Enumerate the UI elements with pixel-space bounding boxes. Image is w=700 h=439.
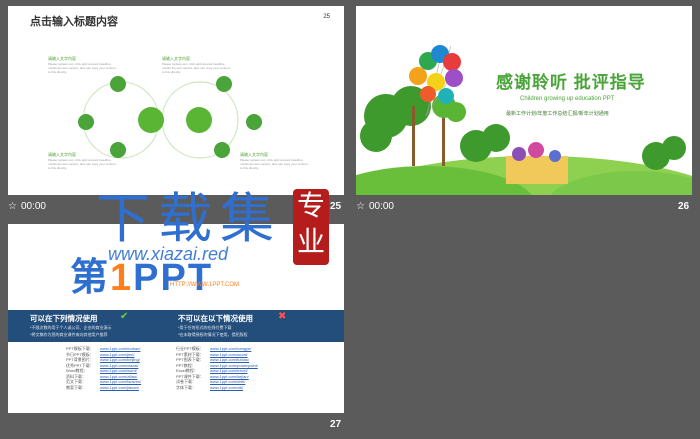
check-icon: ✔	[120, 311, 129, 322]
link[interactable]: www.1ppt.com/tubiao/	[210, 357, 249, 362]
slide-thumbnail-25[interactable]: 点击输入标题内容 25 请输入文字内容 Please replace text,…	[8, 6, 344, 195]
slide-subtitle: Children growing up education PPT	[520, 96, 615, 102]
link[interactable]: www.1ppt.com/shiti/	[210, 379, 245, 384]
link[interactable]: www.1ppt.com/moban/	[100, 346, 140, 351]
link[interactable]: www.1ppt.com/ziti/	[210, 385, 243, 390]
center-circle	[138, 107, 164, 133]
link[interactable]: www.1ppt.com/xiazai/	[100, 363, 138, 368]
star-icon: ☆	[356, 201, 365, 212]
link[interactable]: www.1ppt.com/jiaoan/	[100, 385, 139, 390]
link[interactable]: www.1ppt.com/sucai/	[210, 352, 248, 357]
link[interactable]: www.1ppt.com/jieri/	[100, 352, 134, 357]
link[interactable]: www.1ppt.com/hangye/	[210, 346, 251, 351]
slide-number-label: 27	[330, 419, 342, 430]
text-block: 请输入文字内容 Please replace text, click add r…	[48, 56, 116, 74]
link[interactable]: www.1ppt.com/ziliao/	[100, 374, 137, 379]
usage-banner: 可以在下列情况使用 *不限次数的用于个人或公司、企业的商业演示 *将文稿作为您的…	[8, 310, 344, 342]
link[interactable]: www.1ppt.com/powerpoint/	[210, 363, 258, 368]
link[interactable]: www.1ppt.com/kejian/	[210, 374, 249, 379]
slide-number-label: 25	[330, 201, 342, 212]
slide-number-label: 26	[678, 201, 690, 212]
link[interactable]: www.1ppt.com/fanwen/	[100, 379, 141, 384]
link[interactable]: www.1ppt.com/excel/	[210, 368, 248, 373]
slide-thumbnail-26[interactable]: 感谢聆听 批评指导 Children growing up education …	[356, 6, 692, 195]
text-block: 请输入文字内容 Please replace text, click add r…	[48, 152, 116, 170]
slide-caption: ☆ 00:00	[8, 201, 46, 212]
logo-url: HTTP://WWW.1PPT.COM	[170, 282, 239, 288]
text-block: 请输入文字内容 Please replace text, click add r…	[240, 152, 308, 170]
cross-icon: ✖	[278, 311, 287, 322]
text-block: 请输入文字内容 Please replace text, click add r…	[162, 56, 230, 74]
slide-subtitle-secondary: 最新工作计划/年度工作总结汇报/新年计划通用	[506, 111, 609, 117]
link-list-right: 行业PPT模板： www.1ppt.com/hangye/ PPT素材下载： www…	[176, 346, 258, 390]
watermark-url: www.xiazai.red	[108, 244, 229, 264]
watermark-text: 下载集	[96, 189, 282, 249]
slide-title: 感谢聆听 批评指导	[496, 73, 646, 92]
star-icon: ☆	[8, 201, 17, 212]
slide-caption: ☆ 00:00	[356, 201, 394, 212]
can-use-title: 可以在下列情况使用	[30, 314, 98, 323]
link-list-left: PPT模板下载： www.1ppt.com/moban/ 节日PPT模板： www.…	[66, 346, 142, 390]
cannot-use-title: 不可以在以下情况使用	[178, 314, 253, 323]
link[interactable]: www.1ppt.com/word/	[100, 368, 137, 373]
link[interactable]: www.1ppt.com/beijing/	[100, 357, 140, 362]
watermark-seal: 专业	[293, 189, 329, 265]
